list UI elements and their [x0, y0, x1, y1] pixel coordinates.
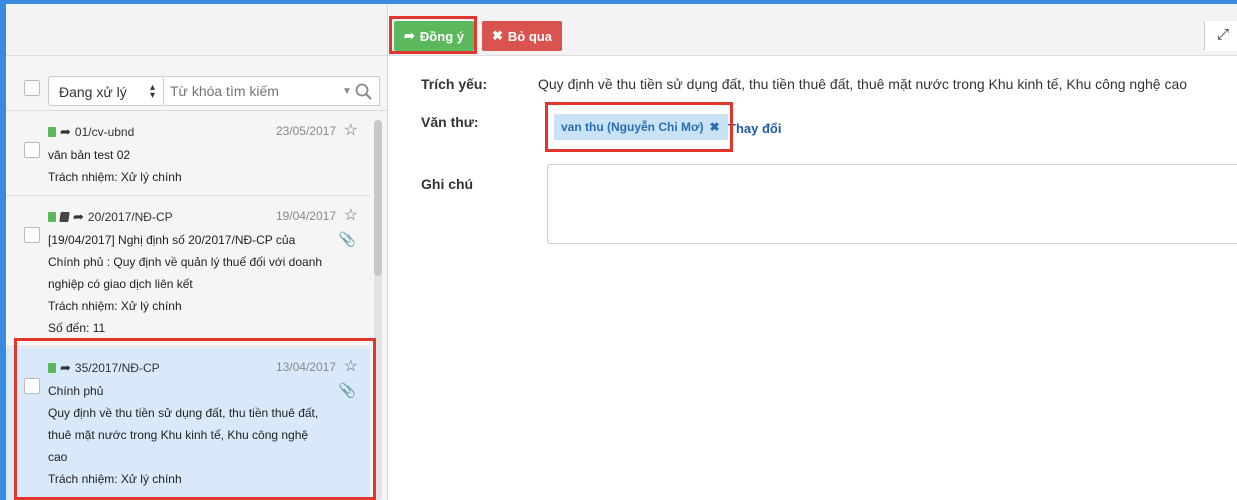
row-checkbox[interactable] [24, 142, 40, 158]
document-list-panel: Đang xử lý ▴▾ ▼ ➦ 01/cv-ubnd 23/05/2017 … [6, 4, 388, 500]
summary-label: Trích yếu: [421, 76, 488, 92]
item-header: ➦ 20/2017/NĐ-CP [48, 209, 173, 225]
dropdown-caret-icon[interactable]: ▼ [342, 86, 352, 97]
item-code: 20/2017/NĐ-CP [87, 210, 173, 224]
forward-icon: ➦ [60, 124, 71, 139]
search-box[interactable]: ▼ [164, 76, 380, 106]
select-all-checkbox[interactable] [24, 80, 40, 96]
change-clerk-link[interactable]: Thay đổi [728, 121, 781, 136]
scrollbar-thumb[interactable] [374, 120, 382, 276]
item-line: Số đến: 11 [48, 321, 106, 335]
search-icon[interactable] [354, 82, 374, 102]
filter-row: Đang xử lý ▴▾ ▼ [6, 56, 387, 111]
summary-value: Quy định về thu tiền sử dụng đất, thu ti… [538, 76, 1188, 92]
item-line: [19/04/2017] Nghị định số 20/2017/NĐ-CP … [48, 233, 296, 247]
document-icon [48, 212, 56, 222]
document-icon [48, 127, 56, 137]
expand-icon[interactable]: ⤢ [1204, 21, 1237, 51]
list-item[interactable]: ➦ 01/cv-ubnd 23/05/2017 ☆ văn bản test 0… [6, 112, 370, 196]
forward-icon: ➦ [73, 209, 84, 224]
search-input[interactable] [170, 81, 320, 101]
item-date: 19/04/2017 [275, 209, 336, 223]
item-body: [19/04/2017] Nghị định số 20/2017/NĐ-CP … [48, 229, 338, 339]
paperclip-icon[interactable]: 📎 [339, 231, 356, 248]
item-code: 01/cv-ubnd [74, 125, 135, 139]
row-checkbox[interactable] [24, 227, 40, 243]
status-select[interactable]: Đang xử lý ▴ ▾ [48, 76, 164, 106]
item-line: Chính phủ : Quy định về quản lý thuế đối… [48, 255, 323, 269]
list-header-bar [6, 4, 387, 56]
status-select-value: Đang xử lý [59, 84, 127, 100]
detail-panel: ➦ Đồng ý ✖ Bỏ qua ⤢ Trích yếu: Quy định … [389, 4, 1237, 500]
item-line: Trách nhiệm: Xử lý chính [48, 170, 182, 184]
star-icon[interactable]: ☆ [344, 205, 358, 225]
item-date: 23/05/2017 [275, 124, 336, 138]
clerk-label: Văn thư: [421, 114, 479, 130]
item-line: Trách nhiệm: Xử lý chính [48, 299, 182, 313]
close-icon: ✖ [492, 28, 503, 43]
list-item[interactable]: ➦ 20/2017/NĐ-CP 19/04/2017 ☆ 📎 [19/04/20… [6, 197, 370, 347]
highlight-box-selected-item [14, 338, 376, 500]
star-icon[interactable]: ☆ [344, 120, 358, 140]
note-label: Ghi chú [421, 176, 474, 192]
note-textarea[interactable] [547, 164, 1237, 244]
highlight-box-clerk [545, 102, 733, 152]
skip-button-label: Bỏ qua [507, 28, 552, 44]
action-toolbar: ➦ Đồng ý ✖ Bỏ qua ⤢ [389, 4, 1237, 56]
item-line: nghiệp có giao dịch liên kết [48, 277, 193, 291]
updown-arrow-icon: ▴ ▾ [149, 82, 155, 101]
item-header: ➦ 01/cv-ubnd [48, 124, 134, 140]
item-body: văn bản test 02 Trách nhiệm: Xử lý chính [48, 144, 338, 188]
book-icon [59, 212, 70, 222]
item-line: văn bản test 02 [48, 148, 131, 162]
skip-button[interactable]: ✖ Bỏ qua [482, 21, 562, 51]
highlight-box-approve [389, 16, 477, 54]
